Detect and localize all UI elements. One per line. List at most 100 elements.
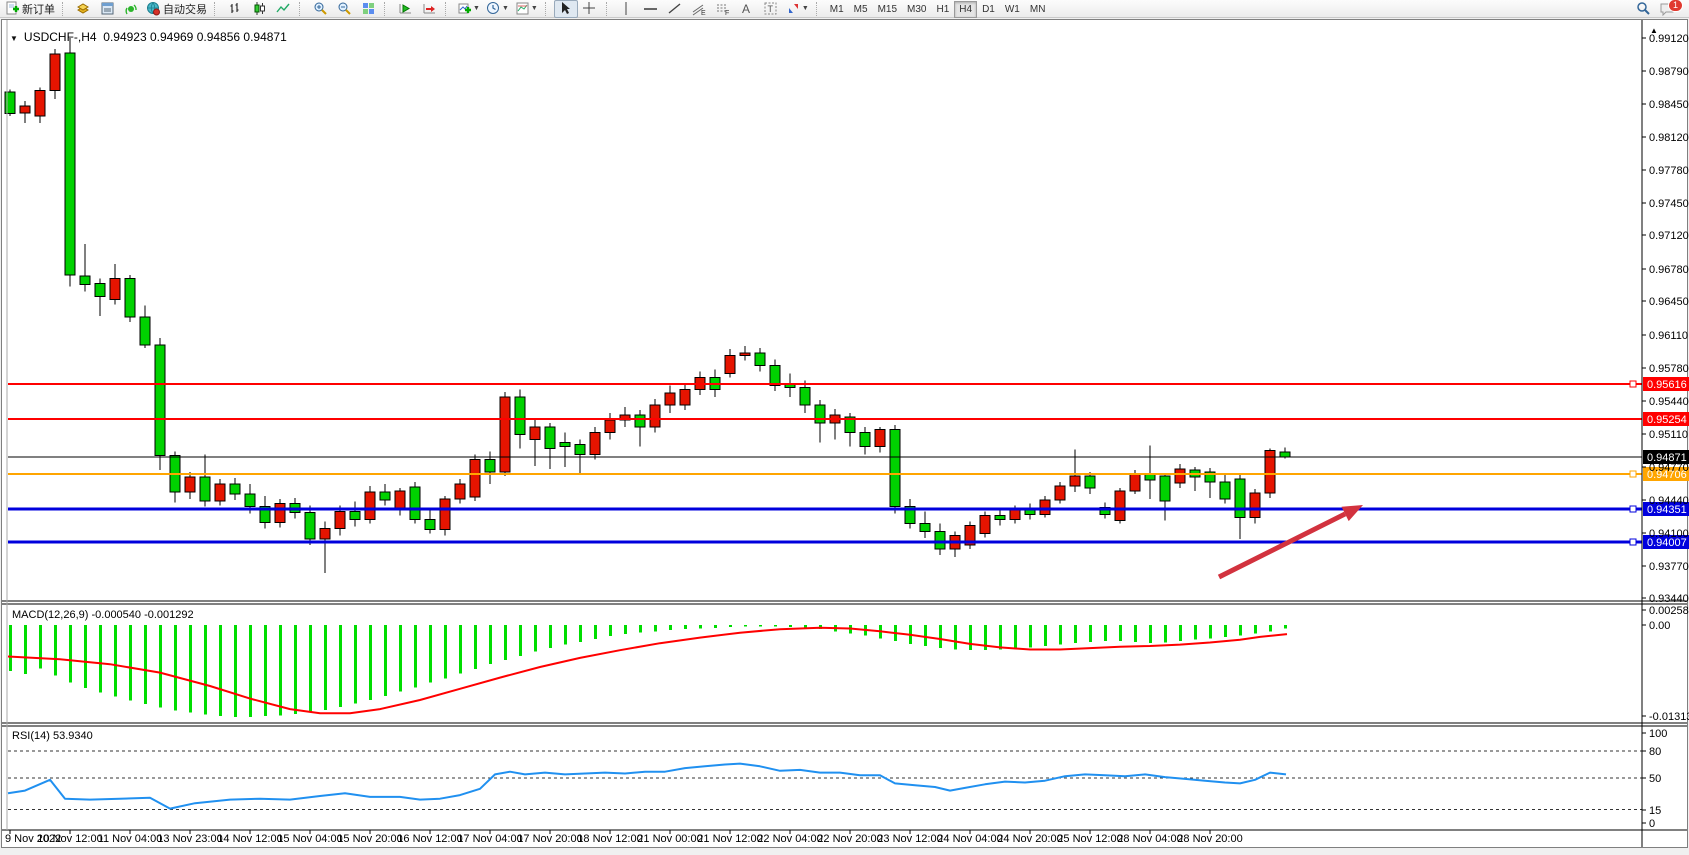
macd-histogram-bar	[9, 625, 12, 671]
fibonacci-tool[interactable]: F	[711, 0, 735, 18]
candle	[1280, 452, 1290, 457]
macd-histogram-bar	[669, 625, 672, 630]
fibo-icon: E	[691, 1, 706, 16]
candle	[245, 494, 255, 507]
template-button[interactable]: ▼	[512, 0, 541, 18]
collapse-arrow-icon[interactable]: ▼	[10, 34, 18, 43]
macd-histogram-bar	[309, 625, 312, 712]
macd-histogram-bar	[294, 625, 297, 714]
chat-button[interactable]: 1	[1655, 0, 1679, 18]
macd-histogram-bar	[1269, 625, 1272, 631]
arrows-icon	[786, 1, 801, 16]
macd-histogram-bar	[789, 625, 792, 627]
macd-histogram-bar	[504, 625, 507, 660]
zoom-in-button[interactable]	[308, 0, 332, 18]
price-tick-label: 0.94770	[1649, 462, 1689, 474]
macd-histogram-bar	[1119, 625, 1122, 641]
candle	[605, 420, 615, 433]
candle	[890, 430, 900, 507]
candle	[1055, 486, 1065, 500]
zoom-out-button[interactable]	[332, 0, 356, 18]
time-tick-label: 15 Nov 04:00	[277, 833, 342, 845]
search-button[interactable]	[1631, 0, 1655, 18]
price-tick-label: 0.95110	[1649, 429, 1688, 441]
vertical-line-icon	[619, 1, 634, 16]
timeframe-button-h1[interactable]: H1	[931, 1, 954, 18]
macd-histogram-bar	[354, 625, 357, 703]
candlestick-button[interactable]	[247, 0, 271, 18]
new-order-button[interactable]: 新订单	[2, 0, 58, 18]
signal-button[interactable]	[119, 0, 143, 18]
scale-fix-marker[interactable]: ▲	[1650, 26, 1658, 35]
hline-handle[interactable]	[1630, 506, 1636, 512]
macd-histogram-bar	[684, 625, 687, 629]
candle	[20, 106, 30, 113]
line-chart-button[interactable]	[271, 0, 295, 18]
macd-histogram-bar	[234, 625, 237, 717]
equidistant-channel-tool[interactable]: E	[687, 0, 711, 18]
svg-text:T: T	[768, 4, 774, 14]
macd-histogram-bar	[774, 625, 777, 626]
horizontal-line-tool[interactable]	[639, 0, 663, 18]
macd-histogram-bar	[1239, 625, 1242, 636]
data-window-button[interactable]	[95, 0, 119, 18]
candle	[335, 512, 345, 529]
trendline-icon	[667, 1, 682, 16]
auto-trading-button[interactable]: 自动交易	[143, 0, 210, 18]
timeframe-button-h4[interactable]: H4	[954, 1, 977, 18]
add-indicator-button[interactable]: ▼	[454, 0, 483, 18]
timeframe-button-m15[interactable]: M15	[873, 1, 902, 18]
price-tick-label: 0.96110	[1649, 330, 1688, 342]
rsi-scale-label: 80	[1649, 746, 1661, 758]
price-badge-label: 0.95616	[1647, 379, 1687, 391]
horizontal-line-icon	[643, 1, 658, 16]
candle	[995, 516, 1005, 520]
candle	[815, 405, 825, 423]
period-button[interactable]: ▼	[483, 0, 512, 18]
macd-histogram-bar	[579, 625, 582, 642]
chart-shift-button[interactable]	[417, 0, 441, 18]
cursor-tool-button[interactable]	[554, 0, 578, 18]
time-tick-label: 22 Nov 20:00	[817, 833, 882, 845]
add-indicator-icon	[457, 1, 472, 16]
time-tick-label: 28 Nov 04:00	[1117, 833, 1182, 845]
candle	[1130, 474, 1140, 491]
timeframe-button-m30[interactable]: M30	[902, 1, 931, 18]
hline-handle[interactable]	[1630, 381, 1636, 387]
charts-button[interactable]	[71, 0, 95, 18]
chart-canvas[interactable]: 0.956160.952540.948710.947060.943510.940…	[0, 0, 1689, 855]
candle	[1145, 474, 1155, 480]
vertical-line-tool[interactable]	[615, 0, 639, 18]
crosshair-tool-button[interactable]	[578, 0, 602, 18]
auto-scroll-button[interactable]	[393, 0, 417, 18]
macd-histogram-bar	[564, 625, 567, 645]
price-tick-label: 0.96450	[1649, 296, 1689, 308]
macd-histogram-bar	[474, 625, 477, 669]
candle	[590, 433, 600, 455]
hline-handle[interactable]	[1630, 471, 1636, 477]
time-tick-label: 24 Nov 20:00	[997, 833, 1062, 845]
hline-handle[interactable]	[1630, 539, 1636, 545]
label-tool[interactable]: T	[759, 0, 783, 18]
time-tick-label: 25 Nov 12:00	[1057, 833, 1122, 845]
arrows-tool[interactable]: ▼	[783, 0, 812, 18]
macd-histogram-bar	[54, 625, 57, 675]
timeframe-button-mn[interactable]: MN	[1025, 1, 1051, 18]
candle	[560, 443, 570, 447]
trendline-tool[interactable]	[663, 0, 687, 18]
timeframe-button-m1[interactable]: M1	[825, 1, 849, 18]
macd-histogram-bar	[939, 625, 942, 648]
candle	[410, 487, 420, 520]
toolbar-separator	[445, 2, 451, 16]
timeframe-button-m5[interactable]: M5	[849, 1, 873, 18]
bar-chart-button[interactable]	[223, 0, 247, 18]
crosshair-icon	[582, 1, 597, 16]
tile-windows-button[interactable]	[356, 0, 380, 18]
timeframe-button-w1[interactable]: W1	[1000, 1, 1025, 18]
auto-trading-label: 自动交易	[163, 1, 207, 17]
candle	[80, 276, 90, 285]
macd-histogram-bar	[654, 625, 657, 631]
timeframe-button-d1[interactable]: D1	[977, 1, 1000, 18]
candle	[395, 491, 405, 510]
text-tool[interactable]: A	[735, 0, 759, 18]
